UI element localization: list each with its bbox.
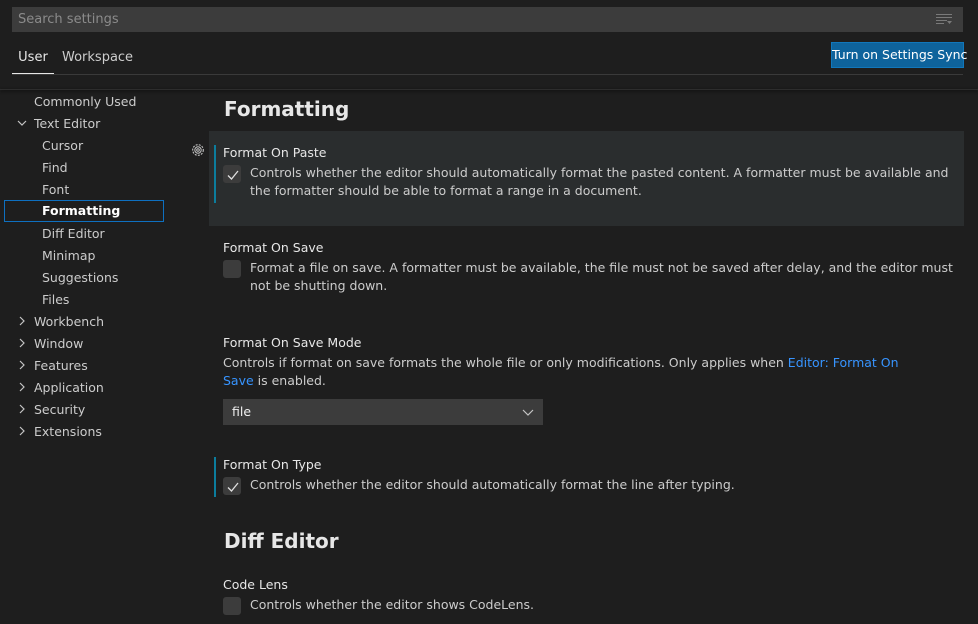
chevron-down-icon xyxy=(522,409,534,416)
toc-item-workbench[interactable]: Workbench xyxy=(4,311,164,332)
tabs-divider xyxy=(12,74,963,75)
setting-description: Controls if format on save formats the w… xyxy=(223,354,928,390)
toc-item-label: Window xyxy=(34,336,84,351)
toc-item-label: Minimap xyxy=(42,248,96,263)
setting-title: Format On Paste xyxy=(223,145,327,160)
format-on-type-checkbox[interactable] xyxy=(223,477,241,495)
toc-item-font[interactable]: Font xyxy=(4,179,164,200)
chevron-right-icon xyxy=(19,360,25,370)
code-lens-checkbox[interactable] xyxy=(223,597,241,615)
setting-title: Code Lens xyxy=(223,577,288,592)
toc-item-find[interactable]: Find xyxy=(4,157,164,178)
setting-title: Format On Save Mode xyxy=(223,335,362,350)
section-title-diff-editor: Diff Editor xyxy=(224,529,339,553)
toc-item-label: Formatting xyxy=(42,203,121,218)
filter-icon[interactable] xyxy=(936,13,952,26)
toc-item-formatting[interactable]: Formatting xyxy=(4,200,164,222)
setting-title: Format On Type xyxy=(223,457,322,472)
settings-toc: Commonly Used Text Editor Cursor Find Fo… xyxy=(0,90,168,450)
chevron-right-icon xyxy=(19,338,25,348)
toc-item-text-editor[interactable]: Text Editor xyxy=(4,113,164,134)
check-icon xyxy=(227,482,239,492)
turn-on-settings-sync-button[interactable]: Turn on Settings Sync xyxy=(831,42,967,68)
toc-item-label: Application xyxy=(34,380,104,395)
toc-item-label: Font xyxy=(42,182,70,197)
toc-item-suggestions[interactable]: Suggestions xyxy=(4,267,164,288)
check-icon xyxy=(227,170,239,180)
toc-item-security[interactable]: Security xyxy=(4,399,164,420)
toc-item-commonly-used[interactable]: Commonly Used xyxy=(4,91,164,112)
description-text: is enabled. xyxy=(253,373,326,388)
chevron-right-icon xyxy=(19,426,25,436)
gear-icon[interactable] xyxy=(190,142,206,158)
select-value: file xyxy=(232,404,252,419)
tab-workspace[interactable]: Workspace xyxy=(62,44,133,74)
section-title-formatting: Formatting xyxy=(224,97,350,121)
toc-item-minimap[interactable]: Minimap xyxy=(4,245,164,266)
toc-item-label: Commonly Used xyxy=(34,94,137,109)
toc-item-files[interactable]: Files xyxy=(4,289,164,310)
toc-item-label: Workbench xyxy=(34,314,104,329)
toc-item-extensions[interactable]: Extensions xyxy=(4,421,164,442)
setting-format-on-type: Format On Type Controls whether the edit… xyxy=(209,443,964,513)
toc-item-label: Features xyxy=(34,358,88,373)
setting-description: Controls whether the editor should autom… xyxy=(250,477,735,492)
search-input[interactable] xyxy=(13,8,933,31)
chevron-right-icon xyxy=(19,382,25,392)
tab-user[interactable]: User xyxy=(12,44,54,74)
modified-indicator xyxy=(214,457,216,497)
setting-format-on-save: Format On Save Format a file on save. A … xyxy=(209,226,964,321)
toc-item-cursor[interactable]: Cursor xyxy=(4,135,164,156)
setting-description: Controls whether the editor should autom… xyxy=(250,165,949,198)
search-box[interactable] xyxy=(12,7,963,32)
setting-description: Controls whether the editor shows CodeLe… xyxy=(250,597,535,612)
toc-item-label: Files xyxy=(42,292,70,307)
modified-indicator xyxy=(214,145,216,203)
setting-code-lens: Code Lens Controls whether the editor sh… xyxy=(209,563,964,624)
setting-format-on-paste: Format On Paste Controls whether the edi… xyxy=(209,131,964,226)
toc-item-features[interactable]: Features xyxy=(4,355,164,376)
format-on-paste-checkbox[interactable] xyxy=(223,165,241,183)
toc-item-diff-editor[interactable]: Diff Editor xyxy=(4,223,164,244)
chevron-right-icon xyxy=(19,404,25,414)
toc-item-label: Find xyxy=(42,160,68,175)
chevron-down-icon xyxy=(17,120,27,126)
toc-item-label: Extensions xyxy=(34,424,102,439)
toc-item-label: Suggestions xyxy=(42,270,119,285)
description-text: Controls if format on save formats the w… xyxy=(223,355,788,370)
format-on-save-checkbox[interactable] xyxy=(223,260,241,278)
chevron-right-icon xyxy=(19,316,25,326)
toc-item-window[interactable]: Window xyxy=(4,333,164,354)
toc-item-label: Diff Editor xyxy=(42,226,105,241)
setting-description: Format a file on save. A formatter must … xyxy=(250,260,953,293)
toc-item-label: Cursor xyxy=(42,138,84,153)
toc-item-application[interactable]: Application xyxy=(4,377,164,398)
toc-item-label: Security xyxy=(34,402,86,417)
format-on-save-mode-select[interactable]: file xyxy=(223,399,543,425)
setting-title: Format On Save xyxy=(223,240,324,255)
toc-item-label: Text Editor xyxy=(34,116,101,131)
